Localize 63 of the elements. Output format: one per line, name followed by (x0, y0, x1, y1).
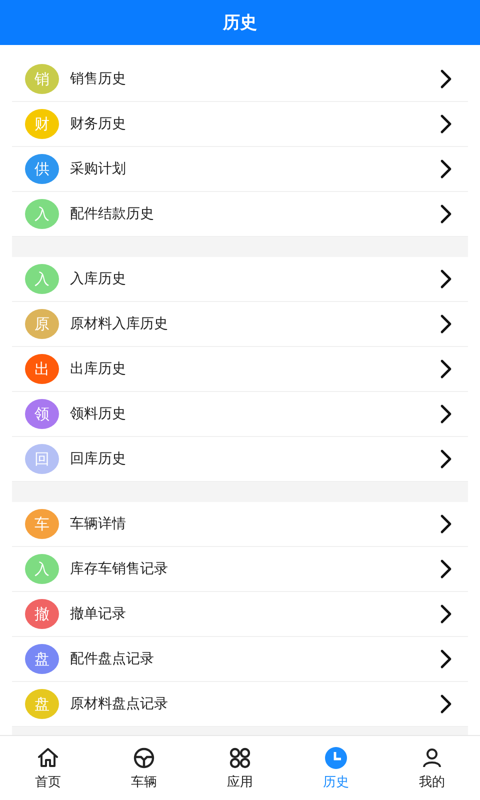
item-label: 库存车销售记录 (70, 560, 169, 578)
chevron-right-icon (440, 359, 452, 379)
list-item[interactable]: 财 财务历史 (12, 102, 468, 147)
home-icon (36, 746, 60, 770)
item-label: 财务历史 (70, 115, 127, 133)
item-label: 销售历史 (70, 70, 127, 88)
tab[interactable]: 车辆 (96, 736, 192, 800)
item-label: 原材料盘点记录 (70, 695, 169, 713)
badge-icon: 入 (25, 199, 59, 229)
list-item[interactable]: 入 库存车销售记录 (12, 547, 468, 592)
item-label: 原材料入库历史 (70, 315, 169, 333)
chevron-right-icon (440, 159, 452, 179)
chevron-right-icon (440, 604, 452, 624)
tab[interactable]: 我的 (384, 736, 480, 800)
chevron-right-icon (440, 114, 452, 134)
list-item[interactable]: 领 领料历史 (12, 392, 468, 437)
list-item[interactable]: 原 原材料入库历史 (12, 302, 468, 347)
user-icon (420, 746, 444, 770)
clock-icon (324, 746, 348, 770)
badge-icon: 回 (25, 444, 59, 474)
list-item[interactable]: 供 采购计划 (12, 147, 468, 192)
list-item[interactable]: 销 销售历史 (12, 57, 468, 102)
badge-icon: 领 (25, 399, 59, 429)
badge-icon: 盘 (25, 689, 59, 719)
badge-icon: 入 (25, 264, 59, 294)
item-label: 出库历史 (70, 360, 127, 378)
item-label: 撤单记录 (70, 605, 127, 623)
badge-icon: 入 (25, 554, 59, 584)
item-label: 采购计划 (70, 160, 127, 178)
chevron-right-icon (440, 204, 452, 224)
chevron-right-icon (440, 404, 452, 424)
chevron-right-icon (440, 449, 452, 469)
badge-icon: 原 (25, 309, 59, 339)
chevron-right-icon (440, 694, 452, 714)
badge-icon: 销 (25, 64, 59, 94)
chevron-right-icon (440, 314, 452, 334)
badge-icon: 供 (25, 154, 59, 184)
apps-icon (228, 746, 252, 770)
badge-icon: 撤 (25, 599, 59, 629)
chevron-right-icon (440, 649, 452, 669)
chevron-right-icon (440, 559, 452, 579)
chevron-right-icon (440, 269, 452, 289)
item-label: 入库历史 (70, 270, 127, 288)
list-item[interactable]: 入 入库历史 (12, 257, 468, 302)
item-label: 配件结款历史 (70, 205, 155, 223)
page-title: 历史 (223, 12, 257, 34)
item-label: 领料历史 (70, 405, 127, 423)
badge-icon: 盘 (25, 644, 59, 674)
steering-wheel-icon (132, 746, 156, 770)
chevron-right-icon (440, 514, 452, 534)
badge-icon: 财 (25, 109, 59, 139)
list-item[interactable]: 车 车辆详情 (12, 502, 468, 547)
item-label: 配件盘点记录 (70, 650, 155, 668)
item-label: 车辆详情 (70, 515, 127, 533)
item-label: 回库历史 (70, 450, 127, 468)
tab[interactable]: 应用 (192, 736, 288, 800)
list-item[interactable]: 撤 撤单记录 (12, 592, 468, 637)
chevron-right-icon (440, 69, 452, 89)
badge-icon: 出 (25, 354, 59, 384)
list-item[interactable]: 出 出库历史 (12, 347, 468, 392)
list-item[interactable]: 盘 配件盘点记录 (12, 637, 468, 682)
tab[interactable]: 首页 (0, 736, 96, 800)
badge-icon: 车 (25, 509, 59, 539)
